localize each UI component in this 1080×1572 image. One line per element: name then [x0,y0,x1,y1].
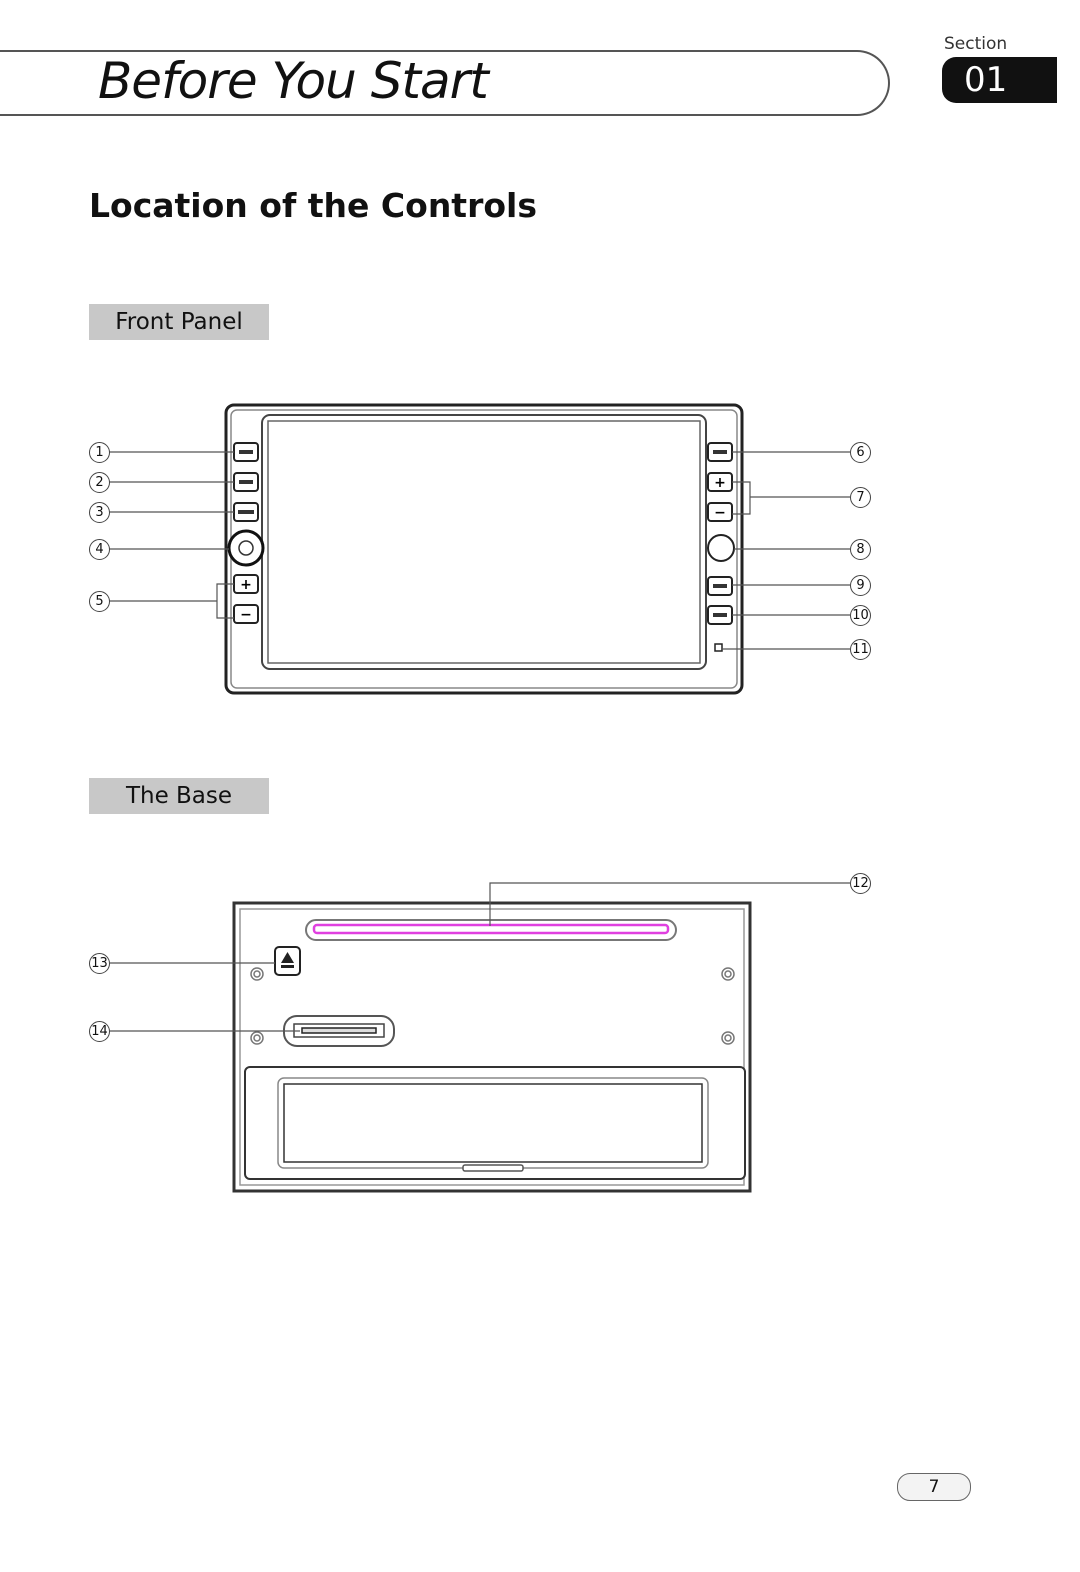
callout-13: 13 [89,953,110,974]
callout-5: 5 [89,591,110,612]
callout-10: 10 [850,605,871,626]
screen [267,420,701,664]
right-button-column: + − [707,442,735,652]
reset-hole [714,643,723,652]
disc-slot [305,919,677,941]
callout-12: 12 [850,873,871,894]
svg-text:+: + [240,577,252,593]
callout-1: 1 [89,442,110,463]
section-label: Section [944,34,1008,54]
callout-6: 6 [850,442,871,463]
front-panel-diagram: + − + − [109,403,850,695]
callout-14: 14 [89,1021,110,1042]
callout-11: 11 [850,639,871,660]
callout-7: 7 [850,487,871,508]
left-leader-lines [109,451,234,619]
svg-text:+: + [714,475,726,491]
front-panel-label: Front Panel [89,304,269,340]
section-heading: Location of the Controls [89,186,537,225]
card-slot [301,1027,377,1034]
page-number: 7 [897,1473,971,1501]
section-number-badge: 01 [942,57,1057,103]
base-label: The Base [89,778,269,814]
callout-4: 4 [89,539,110,560]
callout-9: 9 [850,575,871,596]
svg-text:−: − [714,505,726,521]
svg-text:−: − [240,607,252,623]
navi-knob [707,534,735,562]
callout-2: 2 [89,472,110,493]
flap-handle [462,1164,524,1172]
callout-3: 3 [89,502,110,523]
base-diagram [110,882,850,1193]
callout-8: 8 [850,539,871,560]
page-title: Before You Start [98,52,489,110]
